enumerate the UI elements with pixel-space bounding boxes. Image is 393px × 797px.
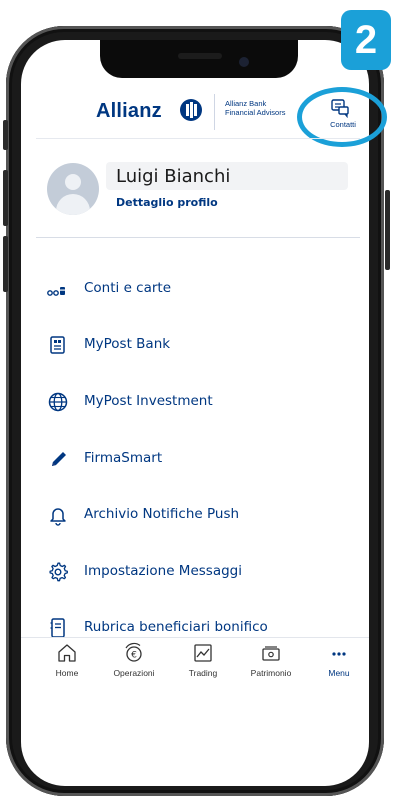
tab-label: Trading — [188, 668, 218, 678]
menu-item-label: MyPost Bank — [84, 336, 171, 352]
menu-item-label: Conti e carte — [84, 280, 172, 296]
gear-icon — [46, 561, 70, 583]
svg-text:€: € — [131, 651, 137, 661]
tab-menu[interactable]: Menu — [304, 642, 374, 678]
menu-item-mypost-bank[interactable]: MyPost Bank — [46, 330, 346, 360]
tab-label: Operazioni — [113, 668, 155, 678]
tab-home[interactable]: Home — [32, 642, 102, 678]
profile-detail-link[interactable]: Dettaglio profilo — [116, 196, 218, 209]
phone-side-button — [3, 170, 8, 226]
menu-item-mypost-investment[interactable]: MyPost Investment — [46, 387, 346, 417]
logo-divider — [214, 94, 215, 130]
wallet-icon — [236, 642, 306, 664]
notch-speaker — [178, 53, 222, 59]
brand-subtitle-line2: Financial Advisors — [225, 108, 286, 117]
trading-chart-icon — [168, 642, 238, 664]
menu-item-label: FirmaSmart — [84, 450, 163, 466]
brand-logo-text: Allianz — [96, 100, 162, 122]
step-number-badge: 2 — [341, 10, 391, 70]
pen-icon — [46, 448, 70, 470]
tab-label: Home — [55, 668, 79, 678]
phone-side-button — [3, 236, 8, 292]
more-dots-icon — [304, 642, 374, 664]
euro-exchange-icon: € — [99, 642, 169, 664]
avatar-body — [56, 194, 90, 215]
phone-side-button — [3, 120, 8, 150]
brand-subtitle-line1: Allianz Bank — [225, 99, 267, 108]
allianz-logo-icon — [180, 99, 202, 121]
cards-icon — [46, 278, 70, 300]
tab-label: Patrimonio — [250, 668, 292, 678]
post-bank-icon — [46, 334, 70, 356]
menu-item-label: Archivio Notifiche Push — [84, 506, 240, 522]
avatar-head — [65, 174, 81, 190]
tab-patrimonio[interactable]: Patrimonio — [236, 642, 306, 678]
tab-operazioni[interactable]: € Operazioni — [99, 642, 169, 678]
user-name: Luigi Bianchi — [116, 166, 231, 187]
menu-item-label: MyPost Investment — [84, 393, 213, 409]
tab-trading[interactable]: Trading — [168, 642, 238, 678]
avatar[interactable] — [47, 163, 99, 215]
menu-item-impostazione-messaggi[interactable]: Impostazione Messaggi — [46, 557, 346, 587]
phone-notch — [100, 40, 298, 78]
menu-item-label: Impostazione Messaggi — [84, 563, 242, 579]
menu-item-label: Rubrica beneficiari bonifico — [84, 619, 268, 635]
bell-icon — [46, 504, 70, 526]
menu-item-conti-e-carte[interactable]: Conti e carte — [46, 274, 346, 304]
phone-side-button — [385, 190, 390, 270]
profile-divider — [36, 237, 360, 238]
address-book-icon — [46, 617, 70, 639]
tab-label: Menu — [328, 668, 350, 678]
globe-icon — [46, 391, 70, 413]
menu-item-archivio-notifiche[interactable]: Archivio Notifiche Push — [46, 500, 346, 530]
front-camera — [239, 57, 249, 67]
menu-item-firmasmart[interactable]: FirmaSmart — [46, 444, 346, 474]
header-divider — [36, 138, 360, 139]
home-icon — [32, 642, 102, 664]
brand-subtitle: Allianz Bank Financial Advisors — [225, 99, 285, 117]
